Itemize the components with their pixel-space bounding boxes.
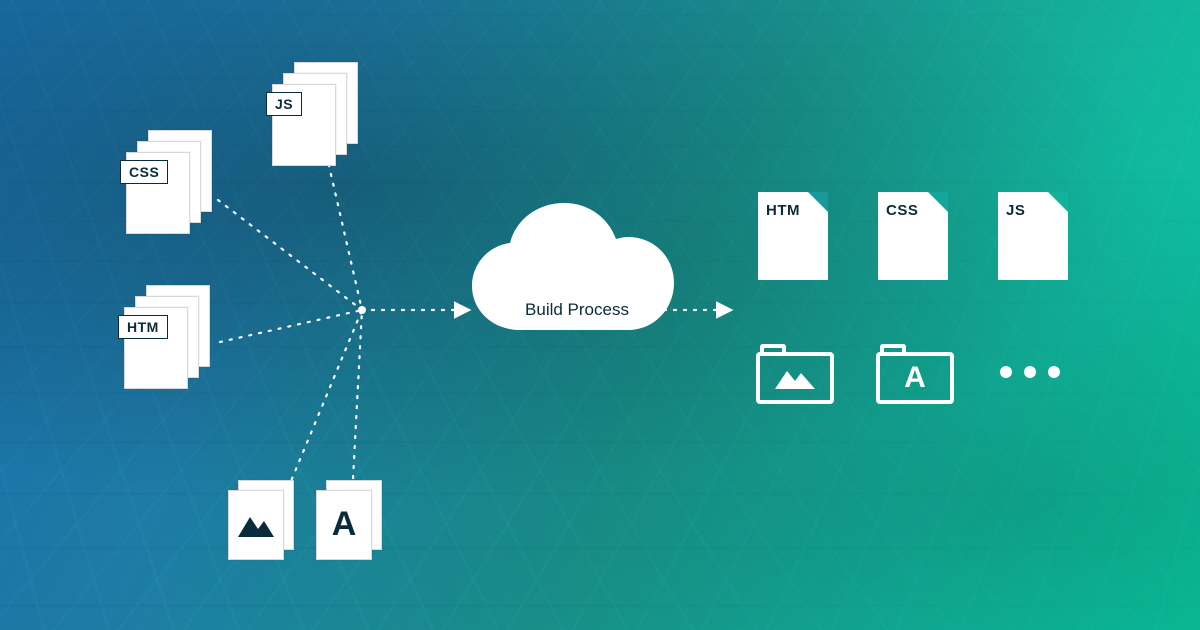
- css-tag: CSS: [120, 160, 168, 184]
- input-lines: [218, 135, 362, 498]
- input-css-stack: CSS: [126, 130, 216, 240]
- input-js-stack: JS: [272, 62, 362, 172]
- output-js-file: JS: [998, 192, 1068, 280]
- output-htm-file: HTM: [758, 192, 828, 280]
- output-css-label: CSS: [886, 202, 918, 219]
- letter-a-icon: A: [884, 356, 946, 400]
- htm-tag: HTM: [118, 315, 168, 339]
- output-font-folder: A: [876, 342, 954, 404]
- output-js-label: JS: [1006, 202, 1025, 219]
- input-htm-stack: HTM: [124, 285, 214, 395]
- diagram-stage: Build Process CSS JS HTM A: [0, 0, 1200, 630]
- js-tag: JS: [266, 92, 302, 116]
- input-font-stack: A: [316, 480, 388, 566]
- cloud-label: Build Process: [492, 300, 662, 320]
- ellipsis-icon: [1000, 366, 1060, 378]
- output-htm-label: HTM: [766, 202, 800, 219]
- output-more-dots: [1000, 366, 1060, 378]
- input-image-stack: [228, 480, 300, 566]
- mountain-icon: [234, 502, 278, 546]
- mountain-icon: [764, 356, 826, 400]
- output-image-folder: [756, 342, 834, 404]
- output-css-file: CSS: [878, 192, 948, 280]
- letter-a-icon: A: [322, 502, 366, 546]
